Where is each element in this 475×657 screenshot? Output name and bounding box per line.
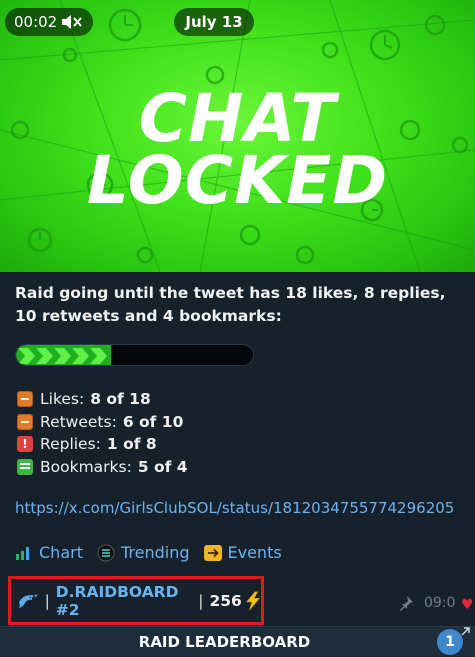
chart-link[interactable]: Chart [15,543,83,562]
progress-chevrons [16,345,111,365]
events-link[interactable]: Events [203,543,282,562]
video-time-pill[interactable]: 00:02 [5,8,93,36]
chat-locked-headline: CHAT LOCKED [0,80,475,219]
headline-line-2: LOCKED [86,142,389,219]
green-list-icon [17,458,33,475]
separator: | [198,591,204,610]
dolphin-icon [18,593,38,608]
separator: | [44,591,50,610]
leaderboard-highlight: | D.RAIDBOARD #2 | 256 [8,576,264,625]
stat-label: Likes: [40,390,85,408]
unread-counter-badge[interactable]: 1 [437,629,463,655]
trending-label: Trending [120,543,190,562]
orange-square-icon [17,391,33,408]
video-preview[interactable]: CHAT LOCKED 00:02 July 13 [0,0,475,272]
events-label: Events [227,543,282,562]
heart-reaction-icon[interactable]: ♥ [461,597,474,613]
orange-square-icon [17,413,33,430]
stat-replies: ! Replies: 1 of 8 [17,433,188,456]
chart-label: Chart [39,543,83,562]
pin-icon [400,596,413,611]
action-links: Chart Trending Events [15,543,296,562]
tweet-link[interactable]: https://x.com/GirlsClubSOL/status/181203… [15,499,454,517]
trending-coin-icon [97,544,115,561]
stat-value: 1 of 8 [106,435,157,453]
stat-retweets: Retweets: 6 of 10 [17,411,188,434]
message-text: Raid going until the tweet has 18 likes,… [15,284,446,325]
message-meta: 09:0 [398,595,455,611]
raid-progress-bar [15,344,254,366]
raid-progress-fill [16,345,111,365]
video-time: 00:02 [14,13,58,31]
stat-label: Replies: [40,435,101,453]
stat-label: Retweets: [40,412,117,431]
stat-bookmarks: Bookmarks: 5 of 4 [17,456,188,479]
arrow-right-icon [203,544,222,561]
stat-value: 8 of 18 [90,390,151,408]
headline-line-1: CHAT [138,80,337,157]
red-exclamation-icon: ! [17,436,33,453]
raidboard-link[interactable]: D.RAIDBOARD #2 [56,583,192,619]
stat-value: 5 of 4 [137,457,188,476]
raid-leaderboard-label: RAID LEADERBOARD [138,633,311,651]
raid-leaderboard-button[interactable]: RAID LEADERBOARD [0,626,475,657]
raid-score: 256 [209,591,242,610]
stat-label: Bookmarks: [40,457,132,476]
trending-link[interactable]: Trending [97,543,190,562]
chart-bars-icon [16,546,29,560]
speaker-muted-icon[interactable] [61,14,83,30]
date-pill: July 13 [174,8,254,36]
stat-likes: Likes: 8 of 18 [17,388,188,411]
raid-stats: Likes: 8 of 18 Retweets: 6 of 10 ! Repli… [17,388,188,478]
message-time: 09:0 [424,595,456,611]
lightning-icon [245,591,260,610]
stat-value: 6 of 10 [122,412,184,431]
